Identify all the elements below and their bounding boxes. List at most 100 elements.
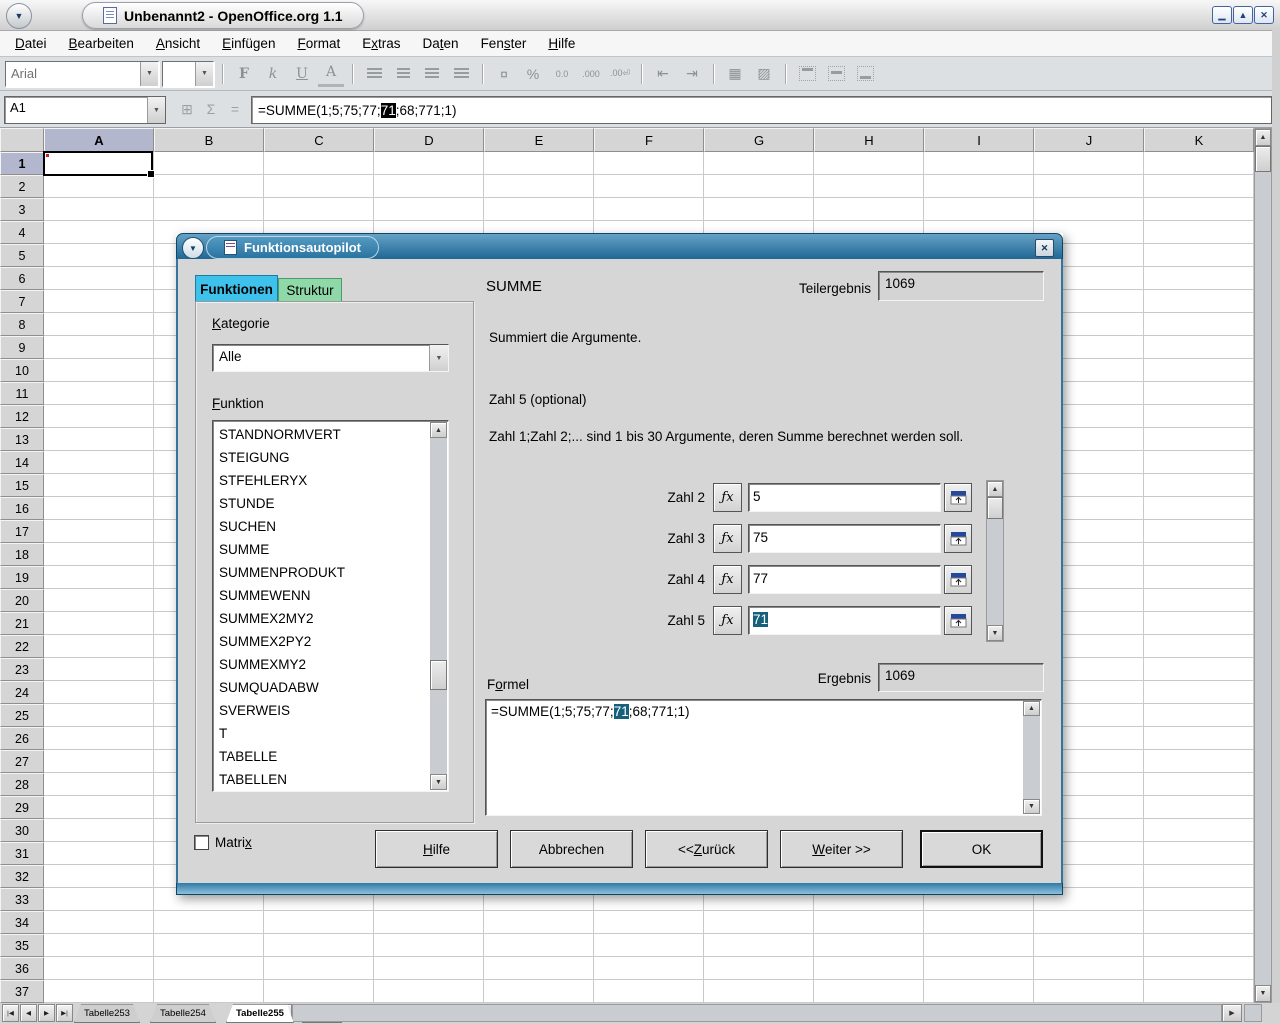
cell-D2[interactable] bbox=[374, 175, 484, 198]
function-item-summex2my2[interactable]: SUMMEX2MY2 bbox=[215, 607, 429, 630]
cell-J3[interactable] bbox=[1034, 198, 1144, 221]
cell-K30[interactable] bbox=[1144, 819, 1254, 842]
row-header-20[interactable]: 20 bbox=[0, 589, 44, 612]
cell-H1[interactable] bbox=[814, 152, 924, 175]
align-middle-button[interactable] bbox=[823, 62, 849, 86]
vertical-scroll-thumb[interactable] bbox=[1255, 146, 1271, 172]
cell-A12[interactable] bbox=[44, 405, 154, 428]
cell-I3[interactable] bbox=[924, 198, 1034, 221]
scroll-down-button[interactable]: ▼ bbox=[1023, 799, 1040, 814]
font-size-combo[interactable]: ▼ bbox=[162, 61, 214, 87]
horizontal-scrollbar[interactable] bbox=[292, 1004, 1222, 1022]
cell-K5[interactable] bbox=[1144, 244, 1254, 267]
cell-A35[interactable] bbox=[44, 934, 154, 957]
argument-scrollbar[interactable]: ▲ ▼ bbox=[986, 480, 1004, 642]
cell-A3[interactable] bbox=[44, 198, 154, 221]
cell-K27[interactable] bbox=[1144, 750, 1254, 773]
cell-K23[interactable] bbox=[1144, 658, 1254, 681]
shrink-button[interactable] bbox=[944, 565, 972, 594]
cell-A26[interactable] bbox=[44, 727, 154, 750]
cell-G37[interactable] bbox=[704, 980, 814, 1003]
row-header-22[interactable]: 22 bbox=[0, 635, 44, 658]
sheet-tab-tabelle253[interactable]: Tabelle253 bbox=[74, 1004, 140, 1023]
last-sheet-button[interactable]: ▶| bbox=[56, 1004, 73, 1022]
cell-D34[interactable] bbox=[374, 911, 484, 934]
cell-A36[interactable] bbox=[44, 957, 154, 980]
formula-input[interactable]: =SUMME(1;5;75;77;71;68;771;1) bbox=[251, 96, 1272, 124]
align-justify-button[interactable] bbox=[448, 62, 474, 86]
cell-K11[interactable] bbox=[1144, 382, 1254, 405]
close-button[interactable]: ✕ bbox=[1254, 6, 1274, 24]
function-item-suchen[interactable]: SUCHEN bbox=[215, 515, 429, 538]
decrease-indent-button[interactable]: ⇤ bbox=[650, 62, 676, 86]
list-scroll-thumb[interactable] bbox=[430, 660, 447, 690]
cell-A37[interactable] bbox=[44, 980, 154, 1003]
cell-E34[interactable] bbox=[484, 911, 594, 934]
shrink-button[interactable] bbox=[944, 524, 972, 553]
name-box-dropdown-icon[interactable]: ▼ bbox=[147, 97, 165, 123]
cell-K18[interactable] bbox=[1144, 543, 1254, 566]
function-button[interactable]: ƒx bbox=[713, 606, 742, 635]
menu-format[interactable]: Format bbox=[286, 33, 351, 54]
cell-G3[interactable] bbox=[704, 198, 814, 221]
cell-A31[interactable] bbox=[44, 842, 154, 865]
cell-K28[interactable] bbox=[1144, 773, 1254, 796]
cell-K6[interactable] bbox=[1144, 267, 1254, 290]
cell-H35[interactable] bbox=[814, 934, 924, 957]
function-list-scrollbar[interactable]: ▲ ▼ bbox=[430, 422, 447, 790]
cell-H36[interactable] bbox=[814, 957, 924, 980]
cell-D36[interactable] bbox=[374, 957, 484, 980]
minimize-button[interactable]: ▁ bbox=[1212, 6, 1232, 24]
cell-J1[interactable] bbox=[1034, 152, 1144, 175]
row-header-35[interactable]: 35 bbox=[0, 934, 44, 957]
cell-F36[interactable] bbox=[594, 957, 704, 980]
tab-funktionen[interactable]: Funktionen bbox=[195, 275, 278, 302]
row-header-17[interactable]: 17 bbox=[0, 520, 44, 543]
row-header-27[interactable]: 27 bbox=[0, 750, 44, 773]
column-header-C[interactable]: C bbox=[264, 128, 374, 152]
cell-K34[interactable] bbox=[1144, 911, 1254, 934]
maximize-button[interactable]: ▲ bbox=[1233, 6, 1253, 24]
menu-hilfe[interactable]: Hilfe bbox=[537, 33, 586, 54]
argument-input-zahl-3[interactable]: 75 bbox=[748, 524, 941, 553]
row-header-31[interactable]: 31 bbox=[0, 842, 44, 865]
cell-A24[interactable] bbox=[44, 681, 154, 704]
cell-A29[interactable] bbox=[44, 796, 154, 819]
function-item-summex2py2[interactable]: SUMMEX2PY2 bbox=[215, 630, 429, 653]
function-item-t[interactable]: T bbox=[215, 722, 429, 745]
row-header-13[interactable]: 13 bbox=[0, 428, 44, 451]
row-header-29[interactable]: 29 bbox=[0, 796, 44, 819]
cell-A34[interactable] bbox=[44, 911, 154, 934]
cell-C3[interactable] bbox=[264, 198, 374, 221]
back-button[interactable]: << Zurück bbox=[645, 830, 768, 868]
cell-I34[interactable] bbox=[924, 911, 1034, 934]
cell-K13[interactable] bbox=[1144, 428, 1254, 451]
cell-I35[interactable] bbox=[924, 934, 1034, 957]
function-icon[interactable]: = bbox=[224, 98, 246, 120]
argument-input-zahl-2[interactable]: 5 bbox=[748, 483, 941, 512]
cell-D37[interactable] bbox=[374, 980, 484, 1003]
cell-K24[interactable] bbox=[1144, 681, 1254, 704]
name-box[interactable]: A1 ▼ bbox=[4, 96, 166, 124]
cell-F34[interactable] bbox=[594, 911, 704, 934]
cell-J2[interactable] bbox=[1034, 175, 1144, 198]
cell-I36[interactable] bbox=[924, 957, 1034, 980]
column-header-J[interactable]: J bbox=[1034, 128, 1144, 152]
column-header-F[interactable]: F bbox=[594, 128, 704, 152]
cell-K21[interactable] bbox=[1144, 612, 1254, 635]
cell-C35[interactable] bbox=[264, 934, 374, 957]
row-header-21[interactable]: 21 bbox=[0, 612, 44, 635]
function-list[interactable]: STANDNORMVERTSTEIGUNGSTFEHLERYXSTUNDESUC… bbox=[212, 420, 449, 792]
cell-K7[interactable] bbox=[1144, 290, 1254, 313]
cell-F35[interactable] bbox=[594, 934, 704, 957]
cell-J35[interactable] bbox=[1034, 934, 1144, 957]
row-header-5[interactable]: 5 bbox=[0, 244, 44, 267]
window-menu-button[interactable]: ▼ bbox=[6, 3, 32, 29]
cell-A19[interactable] bbox=[44, 566, 154, 589]
cell-B1[interactable] bbox=[154, 152, 264, 175]
fill-handle[interactable] bbox=[147, 170, 155, 178]
ok-button[interactable]: OK bbox=[920, 830, 1043, 868]
cell-I1[interactable] bbox=[924, 152, 1034, 175]
hscroll-right-button[interactable]: ▶ bbox=[1222, 1004, 1242, 1022]
cell-A4[interactable] bbox=[44, 221, 154, 244]
